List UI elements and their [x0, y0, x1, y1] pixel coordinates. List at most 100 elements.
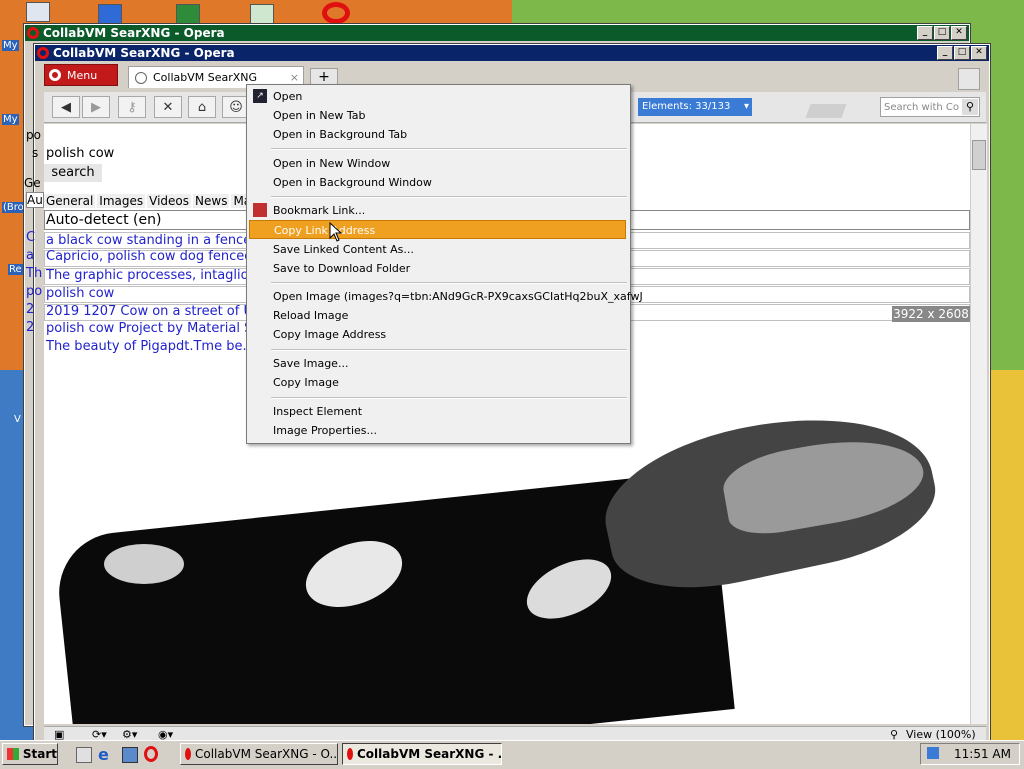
- opera-quicklaunch-icon[interactable]: [144, 746, 158, 762]
- menu-separator: [271, 196, 627, 198]
- menu-separator: [271, 397, 627, 399]
- category-tabs: General Images Videos News Map: [44, 182, 261, 208]
- left-fragment: C: [26, 230, 36, 245]
- menu-item-save-download-folder[interactable]: Save to Download Folder: [273, 259, 623, 278]
- left-fragment: 2: [26, 302, 35, 317]
- open-icon: ↗: [253, 89, 267, 103]
- query-text[interactable]: polish cow: [46, 146, 114, 161]
- front-window-titlebar[interactable]: CollabVM SearXNG - Opera _ □ ✕: [35, 45, 989, 61]
- left-fragment: Th: [26, 266, 43, 281]
- scrollbar-thumb[interactable]: [972, 140, 986, 170]
- opera-logo-icon: [185, 748, 191, 760]
- menu-item-bookmark-link[interactable]: Bookmark Link...: [273, 201, 623, 220]
- context-menu: ↗ Open Open in New Tab Open in Backgroun…: [246, 84, 643, 444]
- stop-button[interactable]: ✕: [154, 96, 182, 118]
- opera-logo-icon: [347, 748, 353, 760]
- menu-item-save-image[interactable]: Save Image...: [273, 354, 623, 373]
- network-tray-icon[interactable]: [927, 747, 939, 759]
- tab-videos[interactable]: Videos: [147, 194, 192, 208]
- menu-label: Menu: [67, 68, 98, 82]
- menu-item-copy-image-address[interactable]: Copy Image Address: [273, 325, 623, 344]
- result-link[interactable]: The beauty of Pigapdt.Tme be...: [46, 339, 255, 354]
- taskbar-item-label: CollabVM SearXNG - ...: [357, 747, 502, 761]
- calendar-icon[interactable]: [250, 4, 274, 24]
- outlook-quicklaunch-icon[interactable]: [122, 747, 138, 763]
- elements-label: Elements: 33/133: [642, 101, 731, 112]
- maximize-button[interactable]: □: [934, 26, 950, 40]
- home-button[interactable]: ⌂: [188, 96, 216, 118]
- bookmark-icon: [253, 203, 267, 217]
- windows-logo-icon: [7, 748, 19, 760]
- menu-item-open-background-tab[interactable]: Open in Background Tab: [273, 125, 623, 144]
- language-select[interactable]: Auto-detect (en): [46, 212, 161, 228]
- clock[interactable]: 11:51 AM: [954, 747, 1011, 761]
- back-button[interactable]: ◀: [52, 96, 80, 118]
- close-button[interactable]: ✕: [971, 46, 987, 60]
- search-icon[interactable]: ⚲: [962, 99, 978, 115]
- left-fragment: Au: [26, 192, 44, 208]
- image-dimensions: 3922 x 2608: [892, 306, 970, 322]
- menu-item-image-properties[interactable]: Image Properties...: [273, 421, 623, 440]
- taskbar-item-label: CollabVM SearXNG - O...: [195, 747, 338, 761]
- menu-separator: [271, 148, 627, 150]
- opera-logo-icon: [49, 69, 61, 81]
- maximize-button[interactable]: □: [954, 46, 970, 60]
- tab-images[interactable]: Images: [97, 194, 146, 208]
- minimize-button[interactable]: _: [937, 46, 953, 60]
- page-scrollbar[interactable]: [970, 124, 987, 724]
- outlook-icon[interactable]: [98, 4, 122, 24]
- system-tray: 11:51 AM: [920, 743, 1020, 765]
- menu-item-open-background-window[interactable]: Open in Background Window: [273, 173, 623, 192]
- menu-item-reload-image[interactable]: Reload Image: [273, 306, 623, 325]
- search-button[interactable]: search: [44, 164, 102, 182]
- menu-separator: [271, 349, 627, 351]
- back-window-title: CollabVM SearXNG - Opera: [43, 26, 225, 40]
- opera-menu-button[interactable]: Menu: [44, 64, 118, 86]
- result-link[interactable]: The graphic processes, intaglio: [46, 268, 249, 283]
- forward-button[interactable]: ▶: [82, 96, 110, 118]
- favicon-icon: [135, 71, 147, 84]
- tab-close-icon[interactable]: ×: [290, 71, 299, 84]
- desktop-label[interactable]: My: [2, 40, 19, 51]
- menu-item-open-new-window[interactable]: Open in New Window: [273, 154, 623, 173]
- desktop-label[interactable]: My: [2, 114, 19, 125]
- tab-title: CollabVM SearXNG: [153, 71, 258, 84]
- chevron-down-icon: ▾: [743, 101, 749, 112]
- result-link[interactable]: polish cow: [46, 286, 114, 301]
- back-window-titlebar[interactable]: CollabVM SearXNG - Opera _ □ ✕: [25, 25, 969, 41]
- result-link[interactable]: 2019 1207 Cow on a street of Uc: [46, 304, 260, 319]
- excel-icon[interactable]: [176, 4, 200, 24]
- result-link[interactable]: polish cow Project by Material Su: [46, 321, 261, 336]
- menu-item-open[interactable]: Open: [273, 87, 623, 106]
- result-link[interactable]: a black cow standing in a fenced: [46, 233, 259, 248]
- menu-item-open-new-tab[interactable]: Open in New Tab: [273, 106, 623, 125]
- cow-spot-image: [104, 544, 184, 584]
- elements-dropdown[interactable]: Elements: 33/133 ▾: [638, 98, 752, 116]
- tab-news[interactable]: News: [193, 194, 230, 208]
- desktop-quicklaunch-icon[interactable]: [76, 747, 92, 763]
- menu-item-copy-image[interactable]: Copy Image: [273, 373, 623, 392]
- opera-desktop-icon[interactable]: [322, 2, 350, 24]
- ie-quicklaunch-icon[interactable]: e: [98, 745, 109, 764]
- close-button[interactable]: ✕: [951, 26, 967, 40]
- left-fragment: s: [32, 146, 39, 160]
- minimize-button[interactable]: _: [917, 26, 933, 40]
- key-icon[interactable]: ⚷: [118, 96, 146, 118]
- start-button[interactable]: Start: [2, 743, 58, 765]
- left-fragment: a: [26, 248, 34, 263]
- menu-item-save-linked-content[interactable]: Save Linked Content As...: [273, 240, 623, 259]
- desktop-label[interactable]: V: [14, 414, 21, 425]
- menu-item-inspect-element[interactable]: Inspect Element: [273, 402, 623, 421]
- my-computer-icon[interactable]: [26, 2, 50, 22]
- desktop-label[interactable]: (Bro: [2, 202, 25, 213]
- menu-item-copy-link-address[interactable]: Copy Link Address: [249, 220, 626, 239]
- desktop-label[interactable]: Re: [8, 264, 23, 275]
- start-label: Start: [22, 747, 57, 761]
- taskbar-item-opera-2[interactable]: CollabVM SearXNG - ...: [342, 743, 502, 765]
- taskbar-item-opera-1[interactable]: CollabVM SearXNG - O...: [180, 743, 338, 765]
- result-link[interactable]: Capricio, polish cow dog fenced: [46, 249, 252, 264]
- trash-icon[interactable]: [958, 68, 980, 90]
- tab-general[interactable]: General: [44, 194, 96, 208]
- toolbar-image: [805, 104, 847, 118]
- menu-item-open-image[interactable]: Open Image (images?q=tbn:ANd9GcR-PX9caxs…: [273, 287, 643, 306]
